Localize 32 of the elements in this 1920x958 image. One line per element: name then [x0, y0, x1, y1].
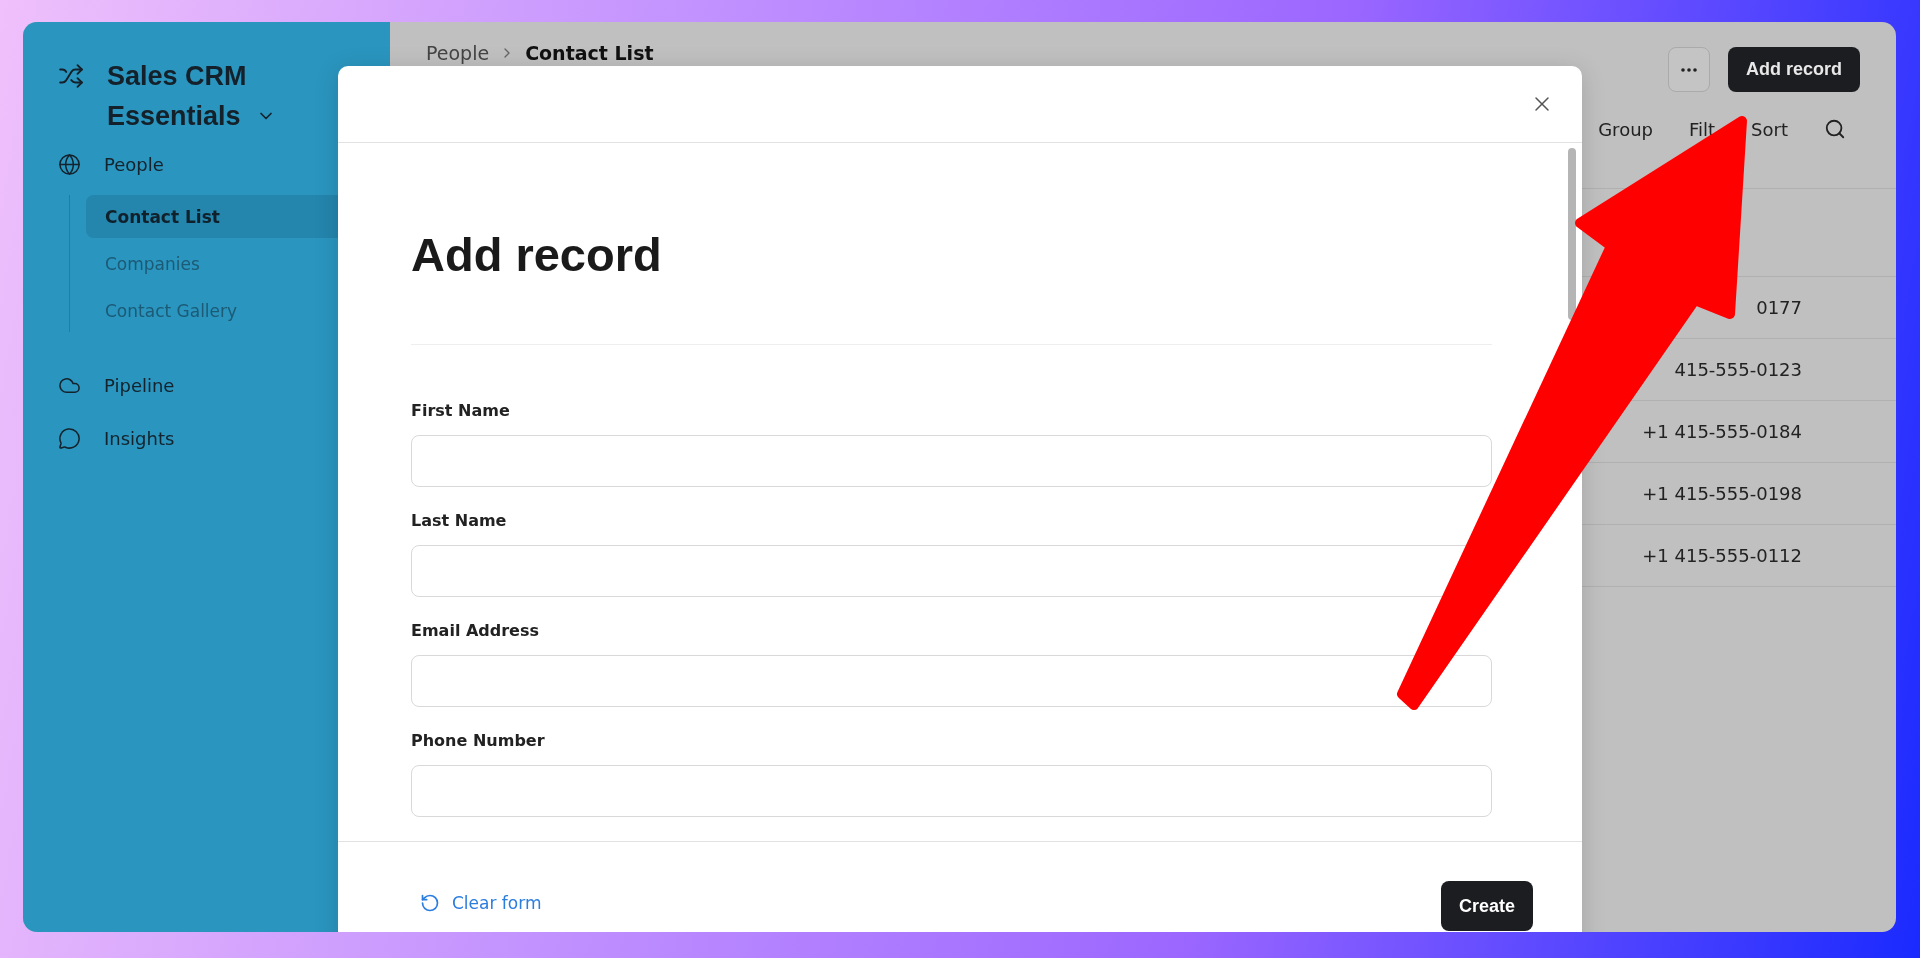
- input-field[interactable]: [411, 435, 1492, 487]
- phone-cell: 0177: [1756, 297, 1802, 318]
- phone-cell: +1 415-555-0198: [1642, 483, 1802, 504]
- field-label: Email Address: [411, 620, 540, 642]
- dialog-title: Add record: [411, 228, 663, 282]
- more-icon: [1681, 67, 1697, 72]
- add-record-button[interactable]: Add record: [1728, 47, 1860, 92]
- field-label: First Name: [411, 400, 511, 422]
- phone-cell: 415-555-0123: [1674, 359, 1802, 380]
- input-field[interactable]: [411, 655, 1492, 707]
- create-button[interactable]: Create: [1440, 881, 1533, 931]
- input-field[interactable]: [411, 765, 1492, 817]
- phone-cell: +1 415-555-0112: [1642, 545, 1802, 566]
- field-label: Phone Number: [411, 730, 546, 752]
- phone-cell: +1 415-555-0184: [1642, 421, 1802, 442]
- toolbar-button[interactable]: Sort: [1751, 118, 1788, 140]
- chat-bubble-icon: [58, 426, 81, 450]
- scrollbar[interactable]: [1568, 148, 1576, 320]
- field-label: Last Name: [411, 510, 508, 532]
- breadcrumb-item[interactable]: People: [426, 42, 490, 64]
- nav-item[interactable]: People: [104, 153, 164, 175]
- globe-icon: [58, 152, 81, 176]
- nav-item[interactable]: Insights: [104, 427, 175, 449]
- toolbar-button[interactable]: Filt: [1689, 118, 1716, 140]
- search-icon[interactable]: [1824, 118, 1846, 140]
- clear-form-link[interactable]: Clear form: [420, 893, 542, 913]
- breadcrumb-item[interactable]: Contact List: [525, 42, 654, 64]
- toolbar-button[interactable]: Group: [1598, 118, 1653, 140]
- shuffle-icon: [58, 63, 84, 89]
- undo-icon: [420, 893, 440, 913]
- workspace-name[interactable]: Sales CRM Essentials: [107, 56, 277, 136]
- nav-item[interactable]: Pipeline: [104, 374, 175, 396]
